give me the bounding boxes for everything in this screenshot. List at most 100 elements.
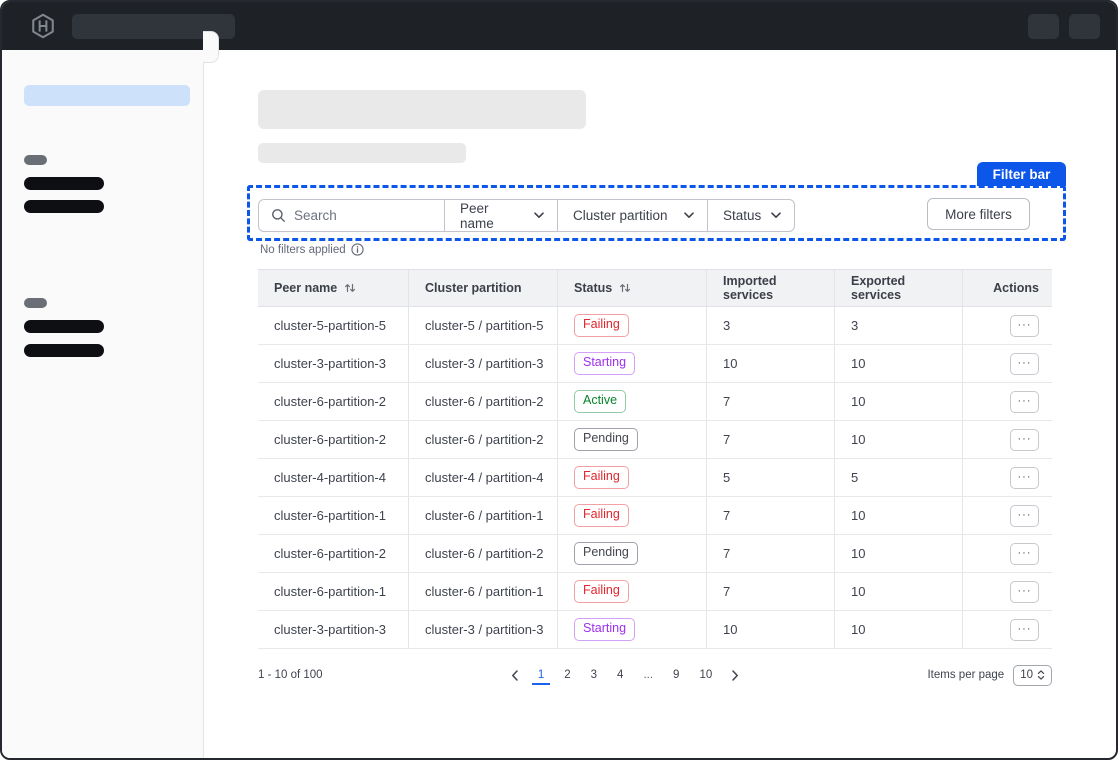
cell-exported-services: 3 (835, 307, 963, 344)
sidebar-item-placeholder[interactable] (24, 177, 104, 190)
cell-actions: ··· (963, 307, 1052, 344)
sidebar-item-placeholder[interactable] (24, 320, 104, 333)
cell-exported-services: 10 (835, 383, 963, 420)
status-badge: Failing (574, 314, 629, 337)
cell-cluster-partition: cluster-6 / partition-1 (409, 497, 558, 534)
row-actions-button[interactable]: ··· (1010, 505, 1039, 527)
pagination-bar: 1 - 10 of 100 1234...910 Items per page … (258, 662, 1052, 688)
page-title-placeholder (258, 90, 586, 129)
status-badge: Pending (574, 542, 638, 565)
cell-exported-services: 10 (835, 421, 963, 458)
cell-cluster-partition: cluster-6 / partition-1 (409, 573, 558, 610)
table-row[interactable]: cluster-3-partition-3 cluster-3 / partit… (258, 611, 1052, 649)
cell-actions: ··· (963, 459, 1052, 496)
cell-actions: ··· (963, 497, 1052, 534)
peer-name-dropdown[interactable]: Peer name (444, 199, 558, 232)
row-actions-button[interactable]: ··· (1010, 429, 1039, 451)
row-actions-button[interactable]: ··· (1010, 391, 1039, 413)
row-actions-button[interactable]: ··· (1010, 543, 1039, 565)
sidebar-item-placeholder[interactable] (24, 344, 104, 357)
status-badge: Pending (574, 428, 638, 451)
items-per-page-select[interactable]: 10 (1013, 665, 1052, 686)
column-header-peer-name[interactable]: Peer name (258, 270, 409, 306)
table-row[interactable]: cluster-5-partition-5 cluster-5 / partit… (258, 307, 1052, 345)
row-actions-button[interactable]: ··· (1010, 581, 1039, 603)
table-row[interactable]: cluster-6-partition-2 cluster-6 / partit… (258, 383, 1052, 421)
pagination-pages: 1234... 9 10 (532, 666, 718, 685)
cell-imported-services: 7 (707, 421, 835, 458)
row-actions-button[interactable]: ··· (1010, 467, 1039, 489)
items-per-page-value: 10 (1020, 669, 1033, 681)
row-actions-button[interactable]: ··· (1010, 353, 1039, 375)
column-header-cluster-partition[interactable]: Cluster partition (409, 270, 558, 306)
cell-exported-services: 10 (835, 611, 963, 648)
cell-peer-name: cluster-6-partition-1 (258, 573, 409, 610)
cell-status: Active (558, 383, 707, 420)
cell-peer-name: cluster-4-partition-4 (258, 459, 409, 496)
status-badge: Starting (574, 618, 635, 641)
sidebar-section-label-placeholder (24, 298, 47, 308)
cell-cluster-partition: cluster-3 / partition-3 (409, 345, 558, 382)
info-icon[interactable] (351, 243, 364, 256)
sort-icon (619, 282, 631, 294)
status-badge: Starting (574, 352, 635, 375)
cell-status: Failing (558, 307, 707, 344)
cell-imported-services: 7 (707, 535, 835, 572)
table-row[interactable]: cluster-6-partition-1 cluster-6 / partit… (258, 497, 1052, 535)
sidebar-collapse-handle[interactable] (203, 31, 219, 63)
chevron-down-icon (771, 212, 781, 219)
table-row[interactable]: cluster-6-partition-2 cluster-6 / partit… (258, 535, 1052, 573)
sidebar (2, 50, 204, 758)
next-page-button[interactable] (726, 667, 744, 684)
sidebar-active-item-placeholder[interactable] (24, 85, 190, 106)
status-dropdown-label: Status (723, 208, 761, 223)
sidebar-section-label-placeholder (24, 155, 47, 165)
table-body: cluster-5-partition-5 cluster-5 / partit… (258, 307, 1052, 649)
table-row[interactable]: cluster-6-partition-1 cluster-6 / partit… (258, 573, 1052, 611)
cluster-partition-dropdown-label: Cluster partition (573, 208, 668, 223)
cell-cluster-partition: cluster-3 / partition-3 (409, 611, 558, 648)
pagination-page-1[interactable]: 1 (532, 666, 550, 685)
pagination-ellipsis: ... (637, 666, 659, 685)
filter-bar: Peer name Cluster partition Status (258, 199, 795, 232)
cell-actions: ··· (963, 345, 1052, 382)
column-header-status[interactable]: Status (558, 270, 707, 306)
table-header: Peer name Cluster partition Status (258, 269, 1052, 307)
cell-status: Starting (558, 611, 707, 648)
cell-status: Pending (558, 421, 707, 458)
items-per-page-label: Items per page (927, 669, 1004, 681)
cell-peer-name: cluster-5-partition-5 (258, 307, 409, 344)
more-filters-button[interactable]: More filters (927, 198, 1030, 230)
nav-action-placeholder-1[interactable] (1028, 14, 1059, 39)
table-row[interactable]: cluster-3-partition-3 cluster-3 / partit… (258, 345, 1052, 383)
row-actions-button[interactable]: ··· (1010, 619, 1039, 641)
pagination-page-9[interactable]: 9 (667, 666, 685, 685)
sidebar-item-placeholder[interactable] (24, 200, 104, 213)
cell-imported-services: 10 (707, 345, 835, 382)
pagination-page-3[interactable]: 3 (585, 666, 603, 685)
search-input[interactable] (294, 208, 434, 223)
pagination-page-10[interactable]: 10 (693, 666, 718, 685)
pagination-page-4[interactable]: 4 (611, 666, 629, 685)
cell-peer-name: cluster-6-partition-2 (258, 535, 409, 572)
cell-cluster-partition: cluster-4 / partition-4 (409, 459, 558, 496)
table-row[interactable]: cluster-6-partition-2 cluster-6 / partit… (258, 421, 1052, 459)
cell-imported-services: 5 (707, 459, 835, 496)
app-window: Filter bar Peer name Cluster partition (0, 0, 1118, 760)
search-field[interactable] (258, 199, 445, 232)
cell-exported-services: 10 (835, 497, 963, 534)
hashicorp-logo-icon (30, 13, 56, 39)
cluster-partition-dropdown[interactable]: Cluster partition (557, 199, 708, 232)
table-row[interactable]: cluster-4-partition-4 cluster-4 / partit… (258, 459, 1052, 497)
select-caret-icon (1037, 670, 1045, 680)
pagination-page-2[interactable]: 2 (558, 666, 576, 685)
peers-table: Peer name Cluster partition Status (258, 269, 1052, 649)
cell-peer-name: cluster-3-partition-3 (258, 611, 409, 648)
cell-actions: ··· (963, 573, 1052, 610)
status-dropdown[interactable]: Status (707, 199, 795, 232)
pagination-controls: 1234... 9 10 (323, 666, 928, 685)
nav-action-placeholder-2[interactable] (1069, 14, 1100, 39)
row-actions-button[interactable]: ··· (1010, 315, 1039, 337)
previous-page-button[interactable] (506, 667, 524, 684)
cell-peer-name: cluster-3-partition-3 (258, 345, 409, 382)
